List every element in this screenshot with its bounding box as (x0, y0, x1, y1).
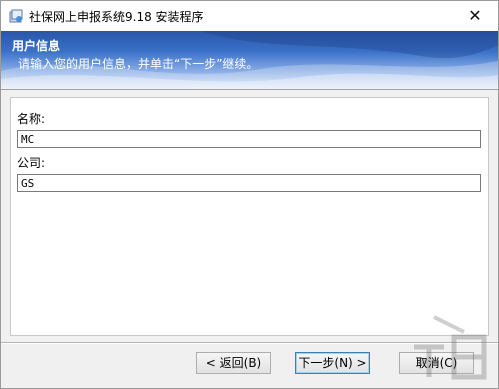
next-button[interactable]: 下一步(N) > (295, 352, 370, 374)
back-button[interactable]: < 返回(B) (196, 352, 271, 374)
title-bar[interactable]: 社保网上申报系统9.18 安装程序 ✕ (1, 1, 498, 31)
name-label: 名称: (17, 112, 46, 126)
banner-title: 用户信息 (12, 39, 61, 53)
banner-subtitle: 请输入您的用户信息，并单击“下一步”继续。 (18, 57, 259, 71)
window-title: 社保网上申报系统9.18 安装程序 (29, 10, 204, 24)
user-info-panel: 名称: MC 公司: GS (10, 97, 489, 336)
name-field[interactable]: MC (17, 130, 481, 148)
banner-separator (1, 89, 498, 90)
installer-app-icon (9, 9, 23, 23)
header-banner: 用户信息 请输入您的用户信息，并单击“下一步”继续。 (1, 31, 498, 89)
watermark-logo (414, 315, 487, 380)
company-field[interactable]: GS (17, 174, 481, 192)
close-icon: ✕ (468, 6, 482, 25)
company-label: 公司: (17, 156, 46, 170)
installer-window: 社保网上申报系统9.18 安装程序 ✕ 用户信息 请输入您的用户信息，并单击“下… (0, 0, 499, 389)
close-button[interactable]: ✕ (452, 1, 498, 31)
